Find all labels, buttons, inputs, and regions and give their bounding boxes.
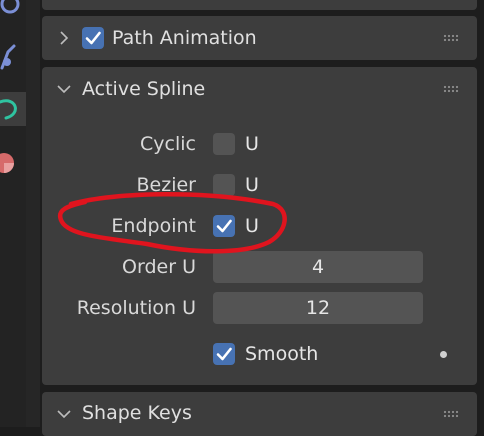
- resolution-u-label: Resolution U: [76, 297, 196, 319]
- physics-icon: [0, 0, 20, 14]
- chevron-down-icon: [57, 85, 71, 94]
- smooth-checkbox[interactable]: [213, 343, 235, 365]
- tab-curve-data[interactable]: [0, 92, 26, 126]
- endpoint-u-label: U: [245, 215, 259, 237]
- bezier-label: Bezier: [136, 174, 196, 196]
- chevron-right-icon: [60, 31, 69, 45]
- checkmark-icon: [85, 31, 101, 45]
- curve-data-icon: [0, 99, 17, 120]
- order-u-field[interactable]: 4: [213, 251, 423, 283]
- active-spline-panel: Active Spline Cyclic U Bezier U Endpoint…: [42, 67, 477, 385]
- endpoint-u-checkbox[interactable]: [213, 215, 235, 237]
- checkmark-icon: [216, 347, 232, 361]
- cyclic-u-checkbox[interactable]: [213, 133, 235, 155]
- smooth-label: Smooth: [245, 343, 319, 365]
- shape-keys-panel: Shape Keys: [42, 392, 477, 436]
- path-animation-checkbox[interactable]: [82, 27, 104, 49]
- tab-strip-gap: [26, 0, 40, 427]
- keyframe-dot-icon[interactable]: [440, 351, 447, 358]
- tab-physics[interactable]: [0, 0, 26, 20]
- chevron-down-icon: [57, 410, 71, 419]
- previous-panel-bottom: [42, 0, 477, 10]
- checkmark-icon: [216, 219, 232, 233]
- constraints-icon: [0, 44, 16, 70]
- drag-handle-icon[interactable]: [443, 85, 459, 93]
- active-spline-title: Active Spline: [82, 78, 206, 100]
- bezier-u-label: U: [245, 174, 259, 196]
- properties-tab-strip: [0, 0, 26, 427]
- shape-keys-header[interactable]: Shape Keys: [42, 392, 477, 436]
- cyclic-u-label: U: [245, 133, 259, 155]
- path-animation-title: Path Animation: [112, 27, 257, 49]
- cyclic-label: Cyclic: [140, 133, 196, 155]
- path-animation-panel: Path Animation: [42, 16, 477, 60]
- endpoint-label: Endpoint: [111, 215, 196, 237]
- active-spline-header[interactable]: Active Spline: [42, 67, 477, 111]
- resolution-u-field[interactable]: 12: [213, 292, 423, 324]
- drag-handle-icon[interactable]: [443, 410, 459, 418]
- tab-constraints[interactable]: [0, 42, 26, 76]
- drag-handle-icon[interactable]: [443, 34, 459, 42]
- shape-keys-title: Shape Keys: [82, 402, 192, 424]
- bezier-u-checkbox[interactable]: [213, 174, 235, 196]
- order-u-label: Order U: [122, 256, 196, 278]
- path-animation-header[interactable]: Path Animation: [42, 16, 477, 60]
